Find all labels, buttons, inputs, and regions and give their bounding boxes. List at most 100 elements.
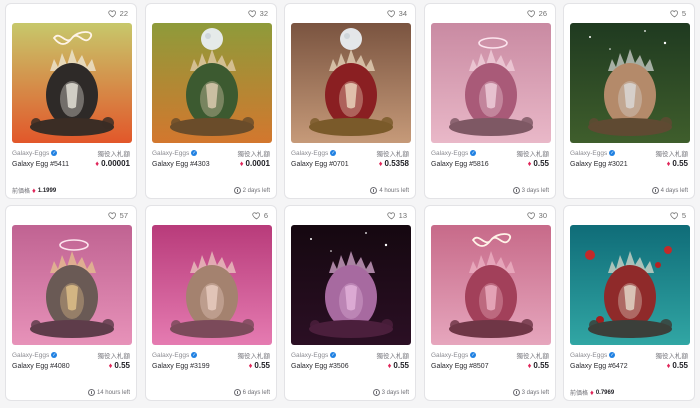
price-value: ♦ 0.55 [666,360,688,370]
favorite-count[interactable]: 5 [670,9,686,18]
nft-card[interactable]: 34 Galaxy-Eggs ✓ 獨役入札額 Galaxy Egg #0701 ♦… [284,3,416,199]
eth-icon: ♦ [590,388,594,397]
favorite-count[interactable]: 22 [108,9,128,18]
collection-name[interactable]: Galaxy-Eggs ✓ [291,352,337,359]
eth-icon: ♦ [666,158,671,168]
favorite-count[interactable]: 32 [248,9,268,18]
last-sale: 前価格 ♦ 0.7969 [570,388,615,397]
price-label: 獨役入札額 [97,151,131,158]
nft-artwork-image[interactable] [12,225,132,345]
clock-icon [370,187,378,194]
nft-artwork-image[interactable] [291,23,411,143]
nft-card[interactable]: 22 Galaxy-Eggs ✓ 獨役入札額 Galaxy Egg #5411 ♦… [5,3,137,199]
price-value: ♦ 0.5358 [378,158,409,168]
favorite-count-label: 26 [538,9,547,18]
collection-name[interactable]: Galaxy-Eggs ✓ [12,352,58,359]
nft-card[interactable]: 6 Galaxy-Eggs ✓ 獨役入札額 Galaxy Egg #3199 ♦ 0… [145,205,277,401]
nft-artwork-image[interactable] [12,23,132,143]
favorite-count-label: 57 [119,211,128,220]
heart-icon[interactable] [108,211,117,220]
heart-icon[interactable] [670,211,679,220]
price-value: ♦ 0.0001 [239,158,270,168]
price-label: 獨役入札額 [516,353,550,360]
heart-icon[interactable] [670,9,679,18]
price-value: ♦ 0.55 [527,360,549,370]
eth-icon: ♦ [239,158,244,168]
verified-badge-icon: ✓ [51,352,58,358]
nft-name[interactable]: Galaxy Egg #3199 [152,363,210,370]
nft-artwork-image[interactable] [570,225,690,345]
verified-badge-icon: ✓ [330,352,337,358]
collection-name[interactable]: Galaxy-Eggs ✓ [291,150,337,157]
nft-card[interactable]: 5 Galaxy-Eggs ✓ 獨役入札額 Galaxy Egg #3021 ♦ 0… [563,3,695,199]
verified-badge-icon: ✓ [191,150,198,156]
clock-icon [512,187,520,194]
heart-icon[interactable] [252,211,261,220]
eth-icon: ♦ [378,158,383,168]
heart-icon[interactable] [248,9,257,18]
nft-name[interactable]: Galaxy Egg #5816 [431,161,489,168]
eth-icon: ♦ [387,360,392,370]
favorite-count-label: 34 [398,9,407,18]
eth-icon: ♦ [527,360,532,370]
nft-artwork-image[interactable] [291,225,411,345]
nft-name[interactable]: Galaxy Egg #6472 [570,363,628,370]
collection-name[interactable]: Galaxy-Eggs ✓ [152,150,198,157]
time-left: 4 hours left [370,187,409,194]
nft-artwork-image[interactable] [431,23,551,143]
price-label: 獨役入札額 [237,353,271,360]
nft-artwork-image[interactable] [152,225,272,345]
nft-card[interactable]: 26 Galaxy-Eggs ✓ 獨役入札額 Galaxy Egg #5816 ♦… [424,3,556,199]
collection-name[interactable]: Galaxy-Eggs ✓ [570,150,616,157]
nft-card[interactable]: 32 Galaxy-Eggs ✓ 獨役入札額 Galaxy Egg #4303 ♦… [145,3,277,199]
eth-icon: ♦ [527,158,532,168]
nft-name[interactable]: Galaxy Egg #0701 [291,161,349,168]
favorite-count-label: 30 [538,211,547,220]
heart-icon[interactable] [527,211,536,220]
nft-artwork-image[interactable] [152,23,272,143]
verified-badge-icon: ✓ [470,150,477,156]
time-left: 6 days left [233,389,270,396]
collection-name[interactable]: Galaxy-Eggs ✓ [152,352,198,359]
favorite-count-label: 13 [398,211,407,220]
collection-name[interactable]: Galaxy-Eggs ✓ [431,352,477,359]
nft-card[interactable]: 5 Galaxy-Eggs ✓ 獨役入札額 Galaxy Egg #6472 ♦ 0… [563,205,695,401]
nft-artwork-image[interactable] [570,23,690,143]
nft-card-grid: 22 Galaxy-Eggs ✓ 獨役入札額 Galaxy Egg #5411 ♦… [0,0,700,408]
verified-badge-icon: ✓ [191,352,198,358]
nft-artwork-image[interactable] [431,225,551,345]
nft-name[interactable]: Galaxy Egg #8507 [431,363,489,370]
price-value: ♦ 0.55 [108,360,130,370]
verified-badge-icon: ✓ [51,150,58,156]
favorite-count[interactable]: 5 [670,211,686,220]
favorite-count[interactable]: 6 [252,211,268,220]
nft-card[interactable]: 57 Galaxy-Eggs ✓ 獨役入札額 Galaxy Egg #4080 ♦… [5,205,137,401]
heart-icon[interactable] [387,9,396,18]
nft-name[interactable]: Galaxy Egg #4303 [152,161,210,168]
clock-icon [651,187,659,194]
favorite-count[interactable]: 13 [387,211,407,220]
heart-icon[interactable] [387,211,396,220]
favorite-count[interactable]: 57 [108,211,128,220]
nft-card[interactable]: 13 Galaxy-Eggs ✓ 獨役入札額 Galaxy Egg #3506 ♦… [284,205,416,401]
favorite-count-label: 32 [259,9,268,18]
price-label: 獨役入札額 [376,151,410,158]
nft-card[interactable]: 30 Galaxy-Eggs ✓ 獨役入札額 Galaxy Egg #8507 ♦… [424,205,556,401]
collection-name[interactable]: Galaxy-Eggs ✓ [12,150,58,157]
price-value: ♦ 0.00001 [95,158,130,168]
heart-icon[interactable] [108,9,117,18]
price-value: ♦ 0.55 [666,158,688,168]
nft-name[interactable]: Galaxy Egg #3506 [291,363,349,370]
favorite-count[interactable]: 34 [387,9,407,18]
eth-icon: ♦ [108,360,113,370]
favorite-count[interactable]: 26 [527,9,547,18]
collection-name[interactable]: Galaxy-Eggs ✓ [570,352,616,359]
nft-name[interactable]: Galaxy Egg #3021 [570,161,628,168]
time-left: 3 days left [512,187,549,194]
clock-icon [372,389,380,396]
nft-name[interactable]: Galaxy Egg #5411 [12,161,69,168]
collection-name[interactable]: Galaxy-Eggs ✓ [431,150,477,157]
favorite-count[interactable]: 30 [527,211,547,220]
nft-name[interactable]: Galaxy Egg #4080 [12,363,70,370]
heart-icon[interactable] [527,9,536,18]
